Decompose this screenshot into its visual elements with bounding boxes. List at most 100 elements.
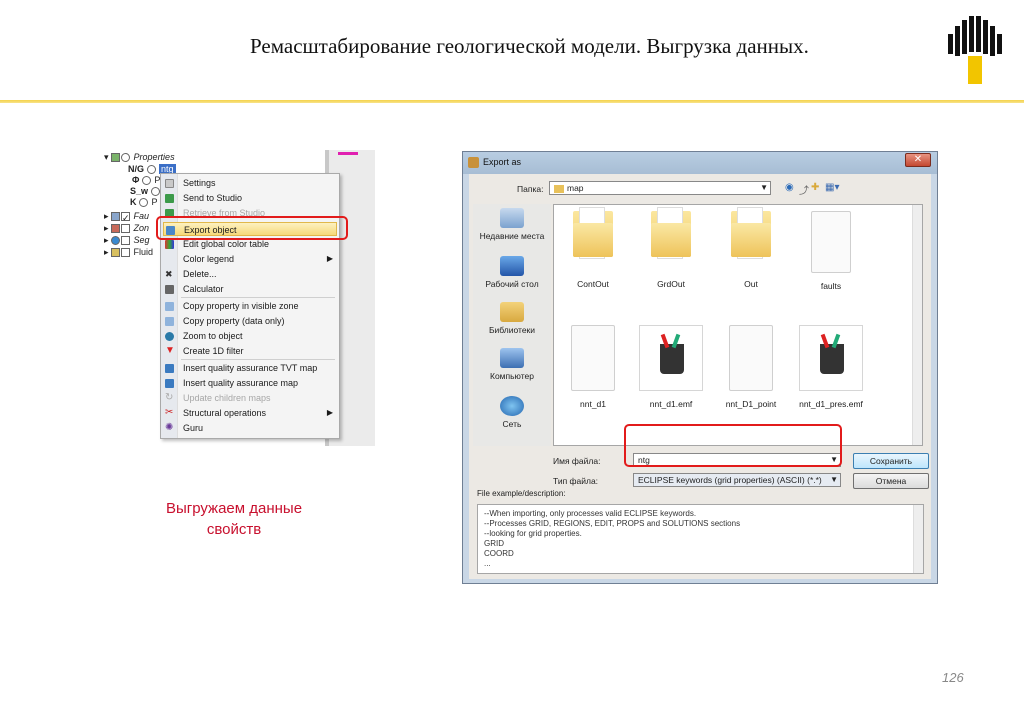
- tree-item-faults[interactable]: ▸ ✓ Fau: [104, 211, 149, 223]
- menu-label: Structural operations: [183, 408, 267, 418]
- menu-label: Calculator: [183, 284, 224, 294]
- menu-item-create-1d-filter[interactable]: ▼ Create 1D filter: [163, 344, 337, 358]
- place-recent[interactable]: Недавние места: [473, 208, 551, 241]
- file-item[interactable]: nnt_d1.emf: [632, 325, 710, 409]
- menu-item-update-children-maps[interactable]: ↻ Update children maps: [163, 391, 337, 405]
- tree-label: P: [151, 197, 158, 207]
- menu-item-zoom-to-object[interactable]: Zoom to object: [163, 329, 337, 343]
- description-label: File example/description:: [477, 489, 566, 498]
- menu-label: Send to Studio: [183, 193, 243, 203]
- file-label: faults: [820, 281, 842, 291]
- file-icon: [811, 211, 851, 273]
- menu-item-copy-property-visible[interactable]: Copy property in visible zone: [163, 299, 337, 313]
- file-item[interactable]: Out: [712, 207, 790, 289]
- file-item[interactable]: GrdOut: [632, 207, 710, 289]
- file-label: nnt_d1: [580, 399, 606, 409]
- sw-icon: S_w: [130, 186, 149, 196]
- tree-label: Seg: [133, 235, 150, 245]
- delete-icon: ✖: [165, 269, 173, 279]
- menu-separator: [181, 359, 335, 360]
- emf-file-icon: [639, 325, 703, 391]
- copy-icon: [165, 317, 174, 326]
- checkbox-icon[interactable]: [121, 248, 131, 258]
- filename-label: Имя файла:: [553, 456, 601, 466]
- fluid-icon: [111, 248, 121, 258]
- menu-item-calculator[interactable]: Calculator: [163, 282, 337, 296]
- faults-icon: [111, 212, 121, 222]
- file-item[interactable]: nnt_d1_pres.emf: [792, 325, 870, 409]
- menu-item-copy-property-data[interactable]: Copy property (data only): [163, 314, 337, 328]
- description-box: --When importing, only processes valid E…: [477, 504, 924, 574]
- network-icon: [500, 396, 524, 416]
- send-icon: [165, 194, 174, 203]
- places-bar: Недавние места Рабочий стол Библиотеки К…: [473, 204, 551, 446]
- filetype-label: Тип файла:: [553, 476, 599, 486]
- file-label: Out: [744, 279, 758, 289]
- view-menu-icon[interactable]: ▦▾: [825, 182, 839, 193]
- color-marker: [338, 152, 358, 155]
- company-logo: [948, 16, 1002, 84]
- new-folder-icon[interactable]: ✚: [811, 182, 819, 193]
- file-icon: [571, 325, 615, 391]
- radio-icon: [146, 165, 156, 175]
- file-label: nnt_D1_point: [725, 399, 777, 409]
- menu-label: Copy property (data only): [183, 316, 285, 326]
- file-label: GrdOut: [657, 279, 685, 289]
- description-line: COORD: [484, 549, 514, 558]
- menu-item-guru[interactable]: ✺ Guru: [163, 421, 337, 435]
- file-label: nnt_d1.emf: [649, 399, 693, 409]
- menu-item-send-to-studio[interactable]: Send to Studio: [163, 191, 337, 205]
- refresh-icon: ↻: [165, 392, 174, 403]
- folder-select[interactable]: map ▼: [549, 181, 771, 195]
- tree-item-properties[interactable]: ▾ Properties: [104, 152, 175, 163]
- chevron-down-icon: ▼: [760, 183, 768, 192]
- back-icon[interactable]: ◉: [785, 182, 794, 193]
- header-rule: [0, 100, 1024, 103]
- emf-file-icon: [799, 325, 863, 391]
- menu-label: Copy property in visible zone: [183, 301, 299, 311]
- menu-item-structural-operations[interactable]: ✂ Structural operations ▶: [163, 406, 337, 420]
- chevron-down-icon: ▼: [830, 475, 838, 484]
- tree-item-porosity[interactable]: Φ P: [132, 175, 160, 186]
- tree-item-permeability[interactable]: K P: [130, 197, 158, 208]
- menu-item-color-legend[interactable]: Color legend ▶: [163, 252, 337, 266]
- close-icon: ✕: [913, 154, 923, 165]
- place-network[interactable]: Сеть: [473, 396, 551, 429]
- checkbox-icon[interactable]: ✓: [121, 212, 131, 223]
- menu-item-delete[interactable]: ✖ Delete...: [163, 267, 337, 281]
- close-button[interactable]: ✕: [905, 153, 931, 167]
- tree-item-segments[interactable]: ▸ Seg: [104, 235, 150, 246]
- file-list: ContOut GrdOut Out faults nnt_d1 nnt_d1.…: [553, 204, 923, 446]
- file-item[interactable]: faults: [792, 211, 870, 291]
- filetype-select[interactable]: ECLIPSE keywords (grid properties) (ASCI…: [633, 473, 841, 487]
- file-list-scrollbar[interactable]: [912, 205, 922, 445]
- up-folder-icon[interactable]: ⤴: [799, 182, 809, 197]
- place-desktop[interactable]: Рабочий стол: [473, 256, 551, 289]
- save-button[interactable]: Сохранить: [853, 453, 929, 469]
- context-menu: Settings Send to Studio Retrieve from St…: [160, 173, 340, 439]
- file-item[interactable]: ContOut: [554, 207, 632, 289]
- checkbox-icon[interactable]: [121, 236, 131, 246]
- highlight-file-fields: [624, 424, 842, 467]
- description-line: --When importing, only processes valid E…: [484, 509, 697, 518]
- menu-item-insert-qa-tvt-map[interactable]: Insert quality assurance TVT map: [163, 361, 337, 375]
- k-icon: K: [130, 197, 137, 207]
- folder-icon: [731, 207, 771, 259]
- tree-label: Zon: [133, 223, 150, 233]
- dialog-titlebar[interactable]: Export as ✕: [463, 152, 937, 174]
- menu-item-settings[interactable]: Settings: [163, 176, 337, 190]
- menu-item-insert-qa-map[interactable]: Insert quality assurance map: [163, 376, 337, 390]
- place-libraries[interactable]: Библиотеки: [473, 302, 551, 335]
- file-item[interactable]: nnt_d1: [554, 325, 632, 409]
- place-computer[interactable]: Компьютер: [473, 348, 551, 381]
- checkbox-icon[interactable]: [121, 224, 131, 234]
- tree-item-zones[interactable]: ▸ Zon: [104, 223, 149, 234]
- menu-label: Insert quality assurance TVT map: [183, 363, 318, 373]
- tree-item-fluid[interactable]: ▸ Fluid: [104, 247, 153, 258]
- folder-icon: [651, 207, 691, 259]
- cancel-button[interactable]: Отмена: [853, 473, 929, 489]
- place-label: Рабочий стол: [485, 279, 539, 289]
- tree-label: Fluid: [133, 247, 154, 257]
- file-item[interactable]: nnt_D1_point: [712, 325, 790, 409]
- description-scrollbar[interactable]: [913, 505, 923, 573]
